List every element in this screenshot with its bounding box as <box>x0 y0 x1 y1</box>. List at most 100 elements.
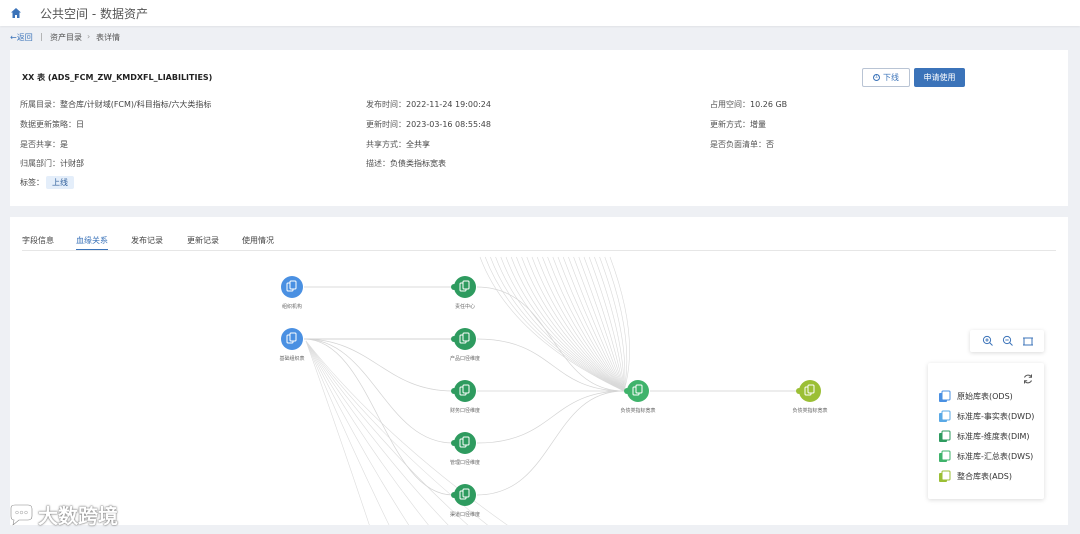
meta-storage: 占用空间：10.26 GB <box>710 100 788 109</box>
meta-update-strategy: 数据更新策略：日 <box>20 120 84 129</box>
legend-item-dwd[interactable]: 标准库-事实表(DWD) <box>938 409 1034 423</box>
ads-table-icon <box>939 470 951 482</box>
lineage-node[interactable]: 负债类指标宽表 <box>792 380 828 414</box>
table-title: XX 表 (ADS_FCM_ZW_KMDXFL_LIABILITIES) <box>22 73 213 82</box>
legend-label: 原始库表(ODS) <box>957 391 1013 401</box>
refresh-icon[interactable] <box>1022 373 1034 385</box>
table-icon <box>289 280 297 290</box>
table-icon <box>635 384 643 394</box>
tab-update-records[interactable]: 更新记录 <box>187 235 219 246</box>
meta-shared: 是否共享：是 <box>20 140 68 149</box>
node-label: 组织机构 <box>282 303 302 310</box>
meta-update-method: 更新方式：增量 <box>710 120 766 129</box>
lineage-edge <box>305 340 469 525</box>
table-icon <box>807 384 815 394</box>
breadcrumb: ←返回 | 资产目录 › 表详情 <box>0 29 1080 47</box>
meta-share-method: 共享方式：全共享 <box>366 140 430 149</box>
legend-label: 标准库-事实表(DWD) <box>957 411 1035 421</box>
breadcrumb-catalog[interactable]: 资产目录 <box>50 32 82 43</box>
legend-label: 标准库-汇总表(DWS) <box>957 451 1034 461</box>
lineage-node[interactable]: 组织机构 <box>281 276 303 310</box>
lineage-edges <box>303 256 798 525</box>
fit-view-icon[interactable] <box>1022 335 1034 347</box>
dws-table-icon <box>939 450 951 462</box>
status-badge: 上线 <box>46 176 74 189</box>
lineage-node[interactable]: 产品口径维度 <box>450 328 480 362</box>
lineage-edge <box>305 340 429 525</box>
lineage-edge <box>305 340 508 525</box>
node-label: 基础组织表 <box>279 355 304 362</box>
meta-tag-label: 标签： <box>20 178 44 187</box>
lineage-node[interactable]: 渠道口径维度 <box>450 484 480 518</box>
tab-fields[interactable]: 字段信息 <box>22 235 54 246</box>
apply-button[interactable]: 申请使用 <box>914 68 965 87</box>
ods-table-icon <box>939 390 951 402</box>
lineage-edge <box>305 340 390 525</box>
legend-item-ads[interactable]: 整合库表(ADS) <box>938 469 1012 483</box>
meta-catalog: 所属目录：整合库/计财域(FCM)/科目指标/六大类指标 <box>20 100 212 109</box>
table-icon <box>462 280 470 290</box>
offline-button[interactable]: ① 下线 <box>862 68 910 87</box>
node-label: 负债类指标宽表 <box>792 407 827 414</box>
meta-negative-list: 是否负面清单：否 <box>710 140 774 149</box>
lineage-node[interactable]: 责任中心 <box>451 276 476 310</box>
lineage-edge <box>573 256 625 392</box>
info-icon: ① <box>873 74 880 81</box>
lineage-edge <box>599 256 626 392</box>
lineage-node[interactable]: 基础组织表 <box>279 328 305 362</box>
tab-usage[interactable]: 使用情况 <box>242 235 274 246</box>
top-bar: 公共空间 - 数据资产 <box>0 0 1080 26</box>
meta-department: 归属部门：计财部 <box>20 159 84 168</box>
legend-item-dim[interactable]: 标准库-维度表(DIM) <box>938 429 1030 443</box>
lineage-edge <box>303 338 454 444</box>
meta-update-time: 更新时间：2023-03-16 08:55:48 <box>366 120 491 129</box>
node-label: 产品口径维度 <box>450 355 480 362</box>
zoom-controls <box>970 330 1044 352</box>
table-icon <box>462 488 470 498</box>
lineage-node[interactable]: 管理口径维度 <box>450 432 480 466</box>
tab-bar: 字段信息 血缘关系 发布记录 更新记录 使用情况 <box>22 235 1056 251</box>
back-link[interactable]: ←返回 <box>10 32 33 43</box>
lineage-card: 组织机构基础组织表 责任中心产品口径维度 财务口径维度 管理口径维度 渠道口径维度 负债类… <box>10 217 1068 525</box>
breadcrumb-current: 表详情 <box>96 33 120 42</box>
breadcrumb-arrow: › <box>87 32 91 41</box>
legend-item-ods[interactable]: 原始库表(ODS) <box>938 389 1013 403</box>
table-icon <box>289 332 297 342</box>
meta-description: 描述：负债类指标宽表 <box>366 159 446 168</box>
home-icon[interactable] <box>10 7 22 19</box>
lineage-edge <box>479 256 625 392</box>
lineage-edge <box>303 338 454 496</box>
lineage-edge <box>476 390 625 496</box>
lineage-edge <box>476 390 625 444</box>
breadcrumb-separator: | <box>40 32 43 41</box>
offline-button-label: 下线 <box>883 73 899 82</box>
chat-bubble-logo-icon <box>9 503 34 526</box>
meta-publish-time: 发布时间：2022-11-24 19:00:24 <box>366 100 491 109</box>
node-label: 管理口径维度 <box>450 459 480 466</box>
table-icon <box>462 384 470 394</box>
node-label: 负债类指标宽表 <box>620 407 655 414</box>
legend-label: 整合库表(ADS) <box>957 471 1012 481</box>
node-label: 责任中心 <box>455 303 475 310</box>
node-label: 渠道口径维度 <box>450 511 480 518</box>
tab-publish-records[interactable]: 发布记录 <box>131 235 163 246</box>
page-title: 公共空间 - 数据资产 <box>40 7 148 21</box>
watermark: 大数跨境 <box>8 500 118 529</box>
table-icon <box>462 332 470 342</box>
dwd-table-icon <box>939 410 951 422</box>
lineage-edge <box>305 340 449 525</box>
dim-table-icon <box>939 430 951 442</box>
legend-panel: 原始库表(ODS) 标准库-事实表(DWD) 标准库-维度表(DIM) 标准库-… <box>928 363 1044 499</box>
legend-label: 标准库-维度表(DIM) <box>957 431 1030 441</box>
table-detail-card: XX 表 (ADS_FCM_ZW_KMDXFL_LIABILITIES) ① 下… <box>10 50 1068 206</box>
lineage-edge <box>500 256 625 392</box>
table-icon <box>462 436 470 446</box>
watermark-text: 大数跨境 <box>38 504 118 528</box>
zoom-out-icon[interactable] <box>1002 335 1014 347</box>
lineage-graph[interactable]: 组织机构基础组织表 责任中心产品口径维度财务口径维度管理口径维度渠道口径维度 负债类… <box>10 217 1068 525</box>
node-label: 财务口径维度 <box>450 407 480 414</box>
zoom-in-icon[interactable] <box>982 335 994 347</box>
tab-lineage[interactable]: 血缘关系 <box>76 235 108 250</box>
legend-item-dws[interactable]: 标准库-汇总表(DWS) <box>938 449 1033 463</box>
lineage-node[interactable]: 财务口径维度 <box>450 380 480 414</box>
